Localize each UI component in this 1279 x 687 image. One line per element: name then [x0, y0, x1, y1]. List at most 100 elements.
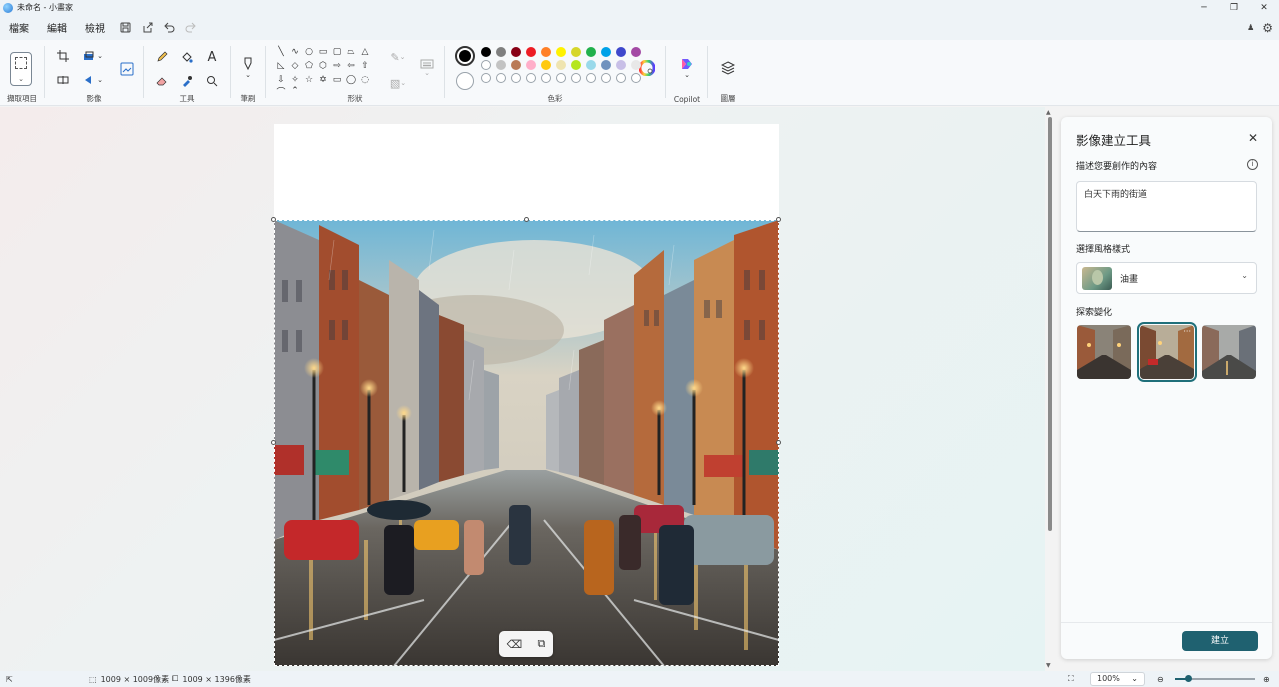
vertical-scrollbar[interactable]: ▲ ▼: [1045, 107, 1055, 671]
zoom-slider-thumb[interactable]: [1185, 675, 1192, 682]
resize-handle-top-right[interactable]: [776, 217, 781, 222]
five-point-star-shape-icon[interactable]: ☆: [303, 74, 315, 86]
custom-color-slot[interactable]: [511, 73, 521, 83]
resize-handle-top-left[interactable]: [271, 217, 276, 222]
line-size-icon[interactable]: ⌄: [415, 56, 439, 80]
layers-icon[interactable]: [718, 58, 738, 78]
settings-icon[interactable]: ⚙: [1262, 21, 1273, 35]
scroll-down-icon[interactable]: ▼: [1046, 662, 1051, 669]
share-icon[interactable]: [136, 18, 158, 38]
oval-callout-shape-icon[interactable]: ◯: [345, 74, 357, 86]
rotate-icon[interactable]: ⌄: [79, 71, 107, 89]
resize-icon[interactable]: ⌄: [79, 47, 107, 65]
custom-color-slot[interactable]: [481, 73, 491, 83]
fit-to-window-icon[interactable]: ⛶: [1068, 671, 1074, 687]
variation-thumbnail-1[interactable]: [1077, 325, 1131, 379]
color-swatch[interactable]: [586, 47, 596, 57]
color-swatch[interactable]: [481, 47, 491, 57]
color-swatch[interactable]: [616, 60, 626, 70]
save-icon[interactable]: [114, 18, 136, 38]
color-swatch[interactable]: [511, 47, 521, 57]
curve-shape-icon[interactable]: ∿: [289, 46, 301, 58]
hexagon-shape-icon[interactable]: ⬡: [317, 60, 329, 72]
color-swatch[interactable]: [526, 60, 536, 70]
color-swatch[interactable]: [541, 47, 551, 57]
color-swatch[interactable]: [481, 60, 491, 70]
variation-thumbnail-3[interactable]: [1202, 325, 1256, 379]
close-button[interactable]: ✕: [1249, 0, 1279, 15]
color-swatch[interactable]: [616, 47, 626, 57]
rectangle-shape-icon[interactable]: ▭: [317, 46, 329, 58]
custom-color-slot[interactable]: [616, 73, 626, 83]
diamond-shape-icon[interactable]: ◇: [289, 60, 301, 72]
custom-color-slot[interactable]: [601, 73, 611, 83]
up-arrow-shape-icon[interactable]: ⇧: [359, 60, 371, 72]
zoom-out-icon[interactable]: ⊖: [1157, 671, 1164, 687]
generated-street-image[interactable]: [274, 220, 779, 666]
info-icon[interactable]: i: [1247, 159, 1258, 170]
variation-thumbnail-2[interactable]: ···: [1137, 322, 1197, 382]
image-background-icon[interactable]: [116, 58, 138, 80]
more-options-icon[interactable]: ···: [1183, 327, 1191, 336]
triangle-shape-icon[interactable]: △: [359, 46, 371, 58]
color-picker-icon[interactable]: [177, 72, 197, 90]
custom-color-slot[interactable]: [571, 73, 581, 83]
primary-color-swatch[interactable]: [455, 46, 475, 66]
right-triangle-shape-icon[interactable]: ◺: [275, 60, 287, 72]
pencil-icon[interactable]: [152, 48, 172, 66]
custom-color-slot[interactable]: [556, 73, 566, 83]
custom-color-slot[interactable]: [631, 73, 641, 83]
eraser-icon[interactable]: [152, 72, 172, 90]
canvas-workspace[interactable]: ⌫ ⧉: [0, 107, 1045, 671]
menu-file[interactable]: 檔案: [0, 20, 38, 35]
redo-icon[interactable]: [180, 18, 202, 38]
line-shape-icon[interactable]: ╲: [275, 46, 287, 58]
maximize-button[interactable]: ❐: [1219, 0, 1249, 15]
polygon-shape-icon[interactable]: ⏢: [345, 46, 357, 58]
color-swatch[interactable]: [571, 47, 581, 57]
color-swatch[interactable]: [496, 60, 506, 70]
account-icon[interactable]: ♟: [1247, 23, 1254, 32]
selection-tool-button[interactable]: ⌄: [10, 52, 32, 86]
color-swatch[interactable]: [496, 47, 506, 57]
color-swatch[interactable]: [631, 60, 641, 70]
canvas-blank-area[interactable]: [274, 124, 779, 221]
color-swatch[interactable]: [601, 60, 611, 70]
color-swatch[interactable]: [526, 47, 536, 57]
color-swatch[interactable]: [541, 60, 551, 70]
style-dropdown[interactable]: 油畫 ⌄: [1076, 262, 1257, 294]
flip-icon[interactable]: [53, 71, 73, 89]
oval-shape-icon[interactable]: ○: [303, 46, 315, 58]
crop-selection-icon[interactable]: ⧉: [537, 637, 545, 651]
undo-icon[interactable]: [158, 18, 180, 38]
zoom-in-icon[interactable]: ⊕: [1263, 671, 1270, 687]
four-point-star-shape-icon[interactable]: ✧: [289, 74, 301, 86]
menu-edit[interactable]: 編輯: [38, 20, 76, 35]
secondary-color-swatch[interactable]: [456, 72, 474, 90]
scroll-up-icon[interactable]: ▲: [1046, 109, 1051, 116]
color-swatch[interactable]: [601, 47, 611, 57]
rounded-rectangle-shape-icon[interactable]: ▢: [331, 46, 343, 58]
color-swatch[interactable]: [631, 47, 641, 57]
left-arrow-shape-icon[interactable]: ⇦: [345, 60, 357, 72]
six-point-star-shape-icon[interactable]: ✡: [317, 74, 329, 86]
prompt-input[interactable]: 白天下雨的街道: [1076, 181, 1257, 232]
magnifier-icon[interactable]: [202, 72, 222, 90]
fill-bucket-icon[interactable]: [177, 48, 197, 66]
generative-erase-icon[interactable]: ⌫: [507, 638, 523, 651]
zoom-level-dropdown[interactable]: 100% ⌄: [1090, 672, 1145, 686]
color-swatch[interactable]: [586, 60, 596, 70]
color-swatch[interactable]: [556, 60, 566, 70]
resize-handle-right[interactable]: [776, 440, 781, 445]
right-arrow-shape-icon[interactable]: ⇨: [331, 60, 343, 72]
resize-handle-top[interactable]: [524, 217, 529, 222]
rounded-callout-shape-icon[interactable]: ▭: [331, 74, 343, 86]
text-icon[interactable]: A: [202, 48, 222, 66]
menu-view[interactable]: 檢視: [76, 20, 114, 35]
custom-color-slot[interactable]: [541, 73, 551, 83]
create-button[interactable]: 建立: [1182, 631, 1258, 651]
copilot-icon[interactable]: ⌄: [677, 54, 697, 82]
custom-color-slot[interactable]: [526, 73, 536, 83]
brush-icon[interactable]: ⌄: [238, 54, 258, 82]
scrollbar-thumb[interactable]: [1048, 117, 1052, 531]
